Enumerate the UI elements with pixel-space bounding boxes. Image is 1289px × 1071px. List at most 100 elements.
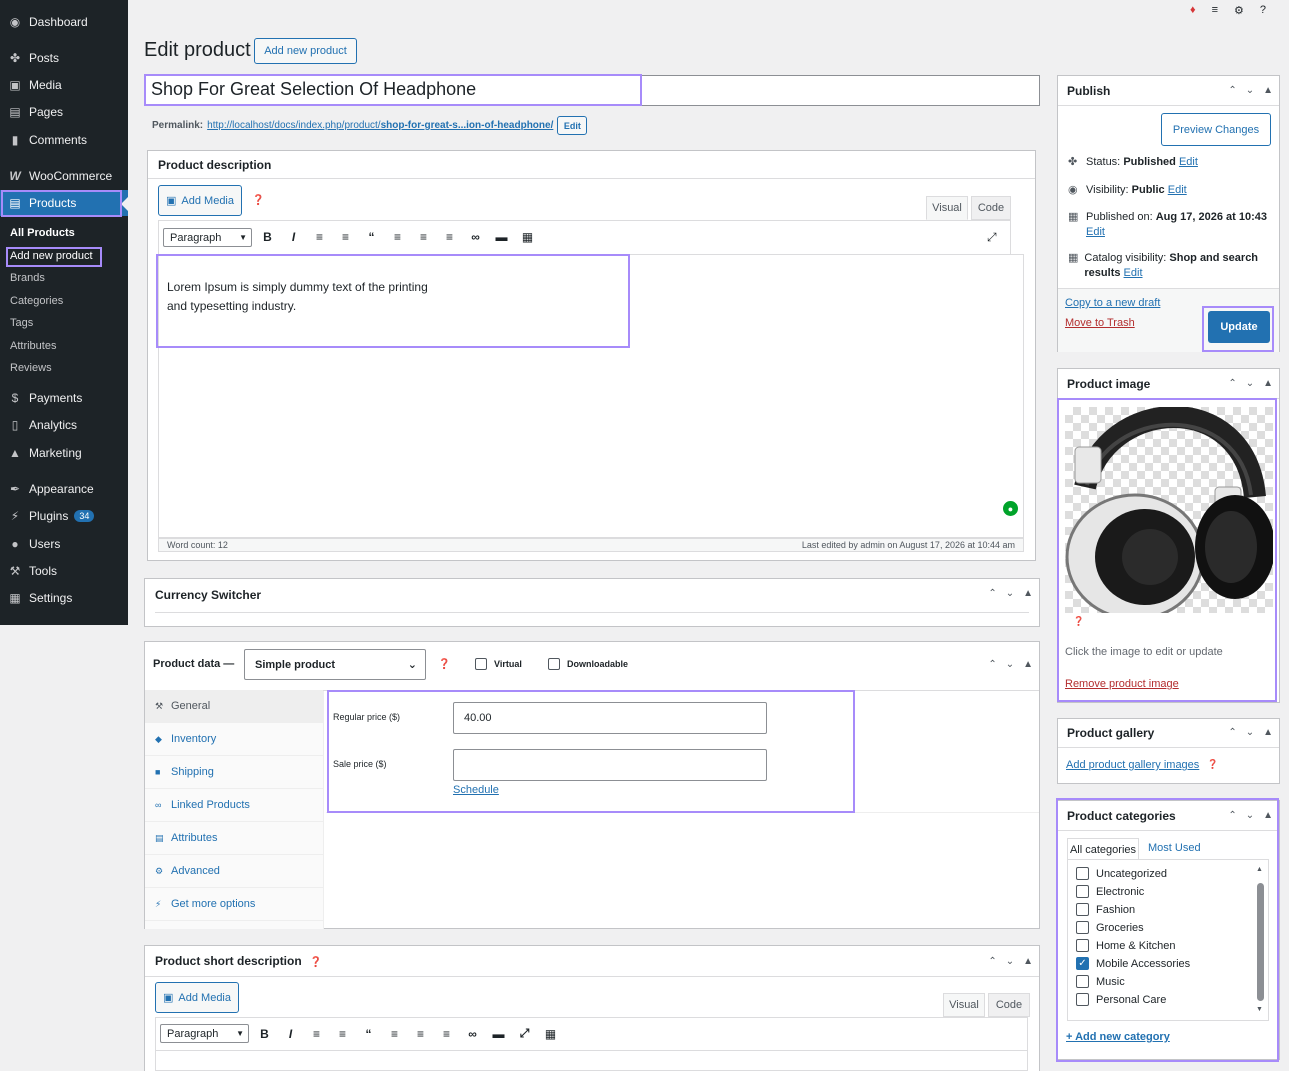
permalink-edit-button[interactable]: Edit (557, 116, 588, 135)
more-icon[interactable]: ▬ (493, 230, 510, 244)
tab-attributes[interactable]: ▤ Attributes (145, 822, 323, 855)
chevron-down-icon[interactable]: ⌄ (1246, 727, 1254, 738)
category-checkbox[interactable] (1076, 993, 1089, 1006)
menu-media[interactable]: ▣ Media (0, 72, 128, 98)
remove-product-image-link[interactable]: Remove product image (1065, 678, 1179, 690)
list-icon[interactable]: ≡ (1212, 4, 1218, 20)
gear-icon[interactable]: ⚙ (1234, 4, 1244, 20)
sale-price-input[interactable] (453, 749, 767, 781)
add-new-product-button[interactable]: Add new product (254, 38, 357, 64)
chevron-up-icon[interactable]: ⌃ (1228, 85, 1236, 96)
schedule-link[interactable]: Schedule (453, 784, 499, 796)
chevron-up-icon[interactable]: ⌃ (1228, 727, 1236, 738)
grammar-icon[interactable]: ● (1003, 501, 1018, 516)
notification-icon[interactable]: ♦ (1190, 4, 1196, 20)
category-item[interactable]: Uncategorized (1076, 867, 1167, 880)
checkbox[interactable] (548, 658, 560, 670)
category-item[interactable]: ✓ Mobile Accessories (1076, 957, 1190, 970)
help-icon[interactable]: ❓ (1207, 759, 1218, 771)
chevron-up-icon[interactable]: ⌃ (988, 956, 996, 967)
help-icon[interactable]: ❓ (1073, 616, 1084, 627)
help-icon[interactable]: ❓ (252, 195, 264, 206)
align-right-icon[interactable]: ≡ (441, 230, 458, 244)
scroll-up-icon[interactable]: ▲ (1256, 866, 1263, 873)
chevron-down-icon[interactable]: ⌄ (1006, 956, 1014, 967)
status-edit-link[interactable]: Edit (1179, 156, 1198, 168)
category-checkbox[interactable] (1076, 921, 1089, 934)
category-checkbox[interactable] (1076, 885, 1089, 898)
menu-plugins[interactable]: ⚡ Plugins 34 (0, 503, 128, 529)
tab-inventory[interactable]: ◆ Inventory (145, 723, 323, 756)
short-format-select[interactable]: Paragraph ▼ (160, 1024, 249, 1043)
tab-visual[interactable]: Visual (943, 993, 985, 1017)
menu-pages[interactable]: ▤ Pages (0, 99, 128, 125)
categories-scrollbar[interactable]: ▲ ▼ (1256, 866, 1265, 1016)
downloadable-checkbox[interactable]: Downloadable (548, 658, 628, 670)
align-left-icon[interactable]: ≡ (389, 230, 406, 244)
category-item[interactable]: Electronic (1076, 885, 1144, 898)
submenu-all-products[interactable]: All Products (10, 227, 75, 239)
update-button[interactable]: Update (1208, 311, 1270, 343)
category-checkbox[interactable] (1076, 903, 1089, 916)
published-edit-link[interactable]: Edit (1086, 226, 1105, 238)
category-checkbox[interactable] (1076, 867, 1089, 880)
category-checkbox[interactable] (1076, 939, 1089, 952)
toolbar-toggle-icon[interactable]: ▦ (542, 1027, 559, 1041)
category-item[interactable]: Music (1076, 975, 1125, 988)
chevron-up-icon[interactable]: ⌃ (1228, 810, 1236, 821)
chevron-up-icon[interactable]: ⌃ (988, 659, 996, 670)
tab-all-categories[interactable]: All categories (1067, 838, 1139, 860)
move-to-trash-link[interactable]: Move to Trash (1065, 317, 1135, 329)
menu-posts[interactable]: ✤ Posts (0, 45, 128, 71)
virtual-checkbox[interactable]: Virtual (475, 658, 522, 670)
bold-icon[interactable]: B (259, 230, 276, 244)
menu-settings[interactable]: ▦ Settings (0, 585, 128, 611)
tab-visual[interactable]: Visual (926, 196, 968, 220)
tab-linked-products[interactable]: ∞ Linked Products (145, 789, 323, 822)
help-icon[interactable]: ❓ (438, 659, 450, 670)
italic-icon[interactable]: I (285, 230, 302, 244)
tab-most-used[interactable]: Most Used (1148, 842, 1201, 854)
align-center-icon[interactable]: ≡ (415, 230, 432, 244)
submenu-attributes[interactable]: Attributes (10, 340, 56, 352)
align-left-icon[interactable]: ≡ (386, 1027, 403, 1041)
collapse-icon[interactable]: ▲ (1023, 956, 1033, 967)
category-checkbox[interactable] (1076, 975, 1089, 988)
submenu-add-new-product[interactable]: Add new product (10, 250, 93, 262)
align-right-icon[interactable]: ≡ (438, 1027, 455, 1041)
checkbox[interactable] (475, 658, 487, 670)
chevron-down-icon[interactable]: ⌄ (1246, 810, 1254, 821)
submenu-tags[interactable]: Tags (10, 317, 33, 329)
add-new-category-link[interactable]: + Add new category (1066, 1031, 1170, 1043)
fullscreen-icon[interactable]: ⤢ (516, 1026, 533, 1041)
numbered-list-icon[interactable]: ≡ (337, 230, 354, 244)
regular-price-input[interactable]: 40.00 (453, 702, 767, 734)
catalog-edit-link[interactable]: Edit (1124, 267, 1143, 279)
toolbar-toggle-icon[interactable]: ▦ (519, 230, 536, 244)
scroll-thumb[interactable] (1257, 883, 1264, 1001)
tab-get-more-options[interactable]: ⚡ Get more options (145, 888, 323, 921)
format-select[interactable]: Paragraph ▼ (163, 228, 252, 247)
link-icon[interactable]: ∞ (467, 230, 484, 244)
bold-icon[interactable]: B (256, 1027, 273, 1041)
chevron-down-icon[interactable]: ⌄ (1006, 659, 1014, 670)
collapse-icon[interactable]: ▲ (1263, 378, 1273, 389)
collapse-icon[interactable]: ▲ (1263, 85, 1273, 96)
product-type-select[interactable]: Simple product ⌄ (244, 649, 426, 680)
product-image[interactable] (1065, 407, 1273, 613)
menu-dashboard[interactable]: ◉ Dashboard (0, 9, 128, 35)
numbered-list-icon[interactable]: ≡ (334, 1027, 351, 1041)
bullet-list-icon[interactable]: ≡ (311, 230, 328, 244)
italic-icon[interactable]: I (282, 1027, 299, 1041)
tab-code[interactable]: Code (971, 196, 1011, 220)
collapse-icon[interactable]: ▲ (1263, 810, 1273, 821)
copy-draft-link[interactable]: Copy to a new draft (1065, 297, 1160, 309)
category-item[interactable]: Groceries (1076, 921, 1144, 934)
collapse-icon[interactable]: ▲ (1023, 588, 1033, 599)
category-item[interactable]: Home & Kitchen (1076, 939, 1175, 952)
chevron-down-icon[interactable]: ⌄ (1006, 588, 1014, 599)
add-gallery-images-link[interactable]: Add product gallery images (1066, 759, 1199, 771)
collapse-icon[interactable]: ▲ (1023, 659, 1033, 670)
menu-payments[interactable]: $ Payments (0, 385, 128, 411)
preview-changes-button[interactable]: Preview Changes (1161, 113, 1271, 146)
